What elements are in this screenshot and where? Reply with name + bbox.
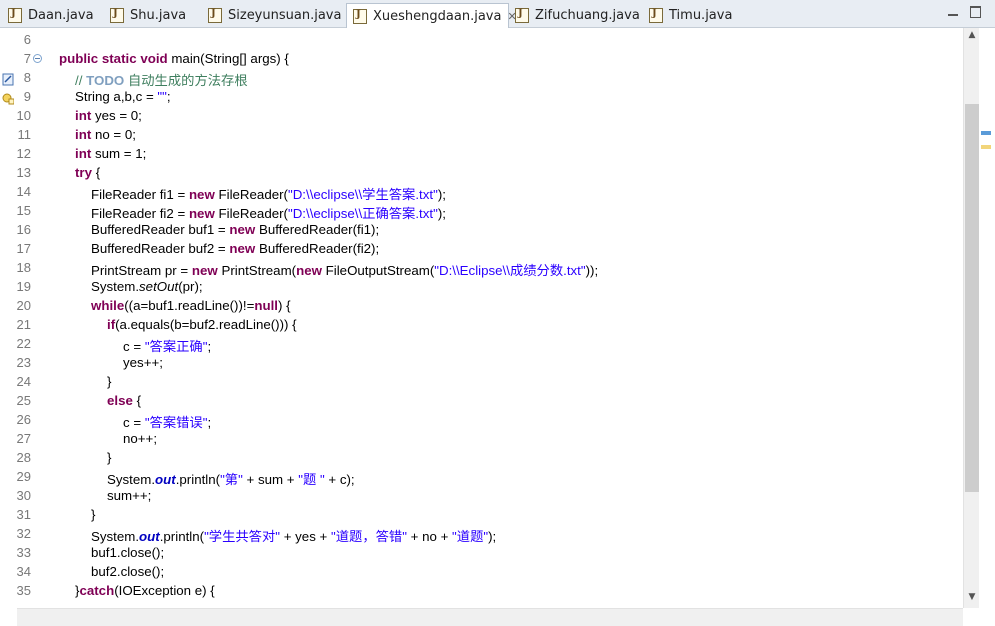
code-line-22: c = "答案正确"; bbox=[123, 339, 212, 354]
line-number: 35 bbox=[16, 583, 31, 598]
fold-collapse-icon[interactable] bbox=[33, 54, 42, 63]
code-line-23: yes++; bbox=[123, 355, 163, 370]
line-number: 7 bbox=[23, 51, 31, 66]
line-number: 8 bbox=[23, 70, 31, 85]
code-line-31: } bbox=[91, 507, 96, 522]
minimize-icon[interactable] bbox=[946, 5, 960, 19]
scroll-up-icon[interactable]: ▲ bbox=[967, 30, 977, 40]
code-line-28: } bbox=[107, 450, 112, 465]
code-line-12: int sum = 1; bbox=[75, 146, 147, 161]
line-number: 32 bbox=[16, 526, 31, 541]
code-line-20: while((a=buf1.readLine())!=null) { bbox=[91, 298, 291, 313]
java-file-icon: J bbox=[353, 8, 367, 24]
tab-label: Timu.java bbox=[669, 7, 733, 23]
code-line-34: buf2.close(); bbox=[91, 564, 165, 579]
line-number: 6 bbox=[23, 32, 31, 47]
code-line-11: int no = 0; bbox=[75, 127, 136, 142]
tab-sizeyunsuan-java[interactable]: J Sizeyunsuan.java bbox=[202, 3, 346, 27]
tab-label: Shu.java bbox=[130, 7, 187, 23]
tab-label: Zifuchuang.java bbox=[535, 7, 640, 23]
line-number: 26 bbox=[16, 412, 31, 427]
line-number: 13 bbox=[16, 165, 31, 180]
line-number: 15 bbox=[16, 203, 31, 218]
line-number: 19 bbox=[16, 279, 31, 294]
code-line-21: if(a.equals(b=buf2.readLine())) { bbox=[107, 317, 297, 332]
line-number: 29 bbox=[16, 469, 31, 484]
code-line-17: BufferedReader buf2 = new BufferedReader… bbox=[91, 241, 380, 256]
warning-marker-icon[interactable] bbox=[2, 90, 15, 105]
line-number: 25 bbox=[16, 393, 31, 408]
line-number: 17 bbox=[16, 241, 31, 256]
line-number: 18 bbox=[16, 260, 31, 275]
line-number: 27 bbox=[16, 431, 31, 446]
code-line-18: PrintStream pr = new PrintStream(new Fil… bbox=[91, 263, 599, 278]
code-line-7: public static void main(String[] args) { bbox=[59, 51, 289, 66]
code-line-10: int yes = 0; bbox=[75, 108, 142, 123]
code-line-15: FileReader fi2 = new FileReader("D:\\ecl… bbox=[91, 206, 446, 221]
line-number: 14 bbox=[16, 184, 31, 199]
java-file-icon: J bbox=[515, 7, 529, 23]
java-file-icon: J bbox=[208, 7, 222, 23]
code-line-27: no++; bbox=[123, 431, 158, 446]
scrollbar-thumb[interactable] bbox=[965, 104, 979, 492]
code-line-13: try { bbox=[75, 165, 101, 180]
line-number: 31 bbox=[16, 507, 31, 522]
line-number: 24 bbox=[16, 374, 31, 389]
code-line-24: } bbox=[107, 374, 112, 389]
line-number: 12 bbox=[16, 146, 31, 161]
line-number: 23 bbox=[16, 355, 31, 370]
overview-ruler[interactable] bbox=[979, 28, 995, 608]
line-number: 16 bbox=[16, 222, 31, 237]
editor-tab-bar: J Daan.java J Shu.java J Sizeyunsuan.jav… bbox=[0, 0, 995, 28]
warning-overview-mark[interactable] bbox=[981, 145, 991, 149]
code-line-19: System.setOut(pr); bbox=[91, 279, 203, 294]
java-file-icon: J bbox=[8, 7, 22, 23]
line-number: 33 bbox=[16, 545, 31, 560]
maximize-icon[interactable] bbox=[969, 5, 983, 19]
code-line-35: }catch(IOException e) { bbox=[75, 583, 215, 598]
tab-label: Sizeyunsuan.java bbox=[228, 7, 342, 23]
java-file-icon: J bbox=[649, 7, 663, 23]
override-overview-mark[interactable] bbox=[981, 131, 991, 135]
line-number: 21 bbox=[16, 317, 31, 332]
code-line-33: buf1.close(); bbox=[91, 545, 165, 560]
code-line-9: String a,b,c = ""; bbox=[75, 89, 171, 104]
tab-shu-java[interactable]: J Shu.java bbox=[104, 3, 202, 27]
tab-xueshengdaan-java[interactable]: J Xueshengdaan.java ✕ bbox=[346, 3, 517, 28]
code-line-26: c = "答案错误"; bbox=[123, 415, 212, 430]
line-number: 20 bbox=[16, 298, 31, 313]
code-line-30: sum++; bbox=[107, 488, 152, 503]
line-number: 9 bbox=[23, 89, 31, 104]
tab-zifuchuang-java[interactable]: J Zifuchuang.java bbox=[509, 3, 643, 27]
horizontal-scrollbar[interactable] bbox=[17, 608, 963, 626]
code-line-16: BufferedReader buf1 = new BufferedReader… bbox=[91, 222, 380, 237]
code-line-29: System.out.println("第" + sum + "题 " + c)… bbox=[107, 472, 355, 487]
line-number: 30 bbox=[16, 488, 31, 503]
code-line-32: System.out.println("学生共答对" + yes + "道题，答… bbox=[91, 529, 497, 544]
java-file-icon: J bbox=[110, 7, 124, 23]
code-line-25: else { bbox=[107, 393, 142, 408]
line-number: 11 bbox=[17, 127, 32, 142]
line-number: 28 bbox=[16, 450, 31, 465]
code-line-8: // TODO 自动生成的方法存根 bbox=[75, 73, 248, 88]
tab-label: Xueshengdaan.java bbox=[373, 8, 502, 24]
code-editor[interactable]: 6 7 8 9 10 11 12 13 14 15 16 17 18 19 20 21 22 23 24 25 26 27… bbox=[0, 28, 995, 626]
tab-timu-java[interactable]: J Timu.java bbox=[643, 3, 743, 27]
line-number: 22 bbox=[16, 336, 31, 351]
tab-label: Daan.java bbox=[28, 7, 94, 23]
override-marker-icon[interactable] bbox=[2, 71, 14, 86]
line-number: 10 bbox=[16, 108, 31, 123]
tab-daan-java[interactable]: J Daan.java bbox=[2, 3, 104, 27]
vertical-scrollbar[interactable]: ▲ ▼ bbox=[963, 28, 979, 608]
line-number: 34 bbox=[16, 564, 31, 579]
code-line-14: FileReader fi1 = new FileReader("D:\\ecl… bbox=[91, 187, 446, 202]
scroll-down-icon[interactable]: ▼ bbox=[967, 592, 977, 602]
